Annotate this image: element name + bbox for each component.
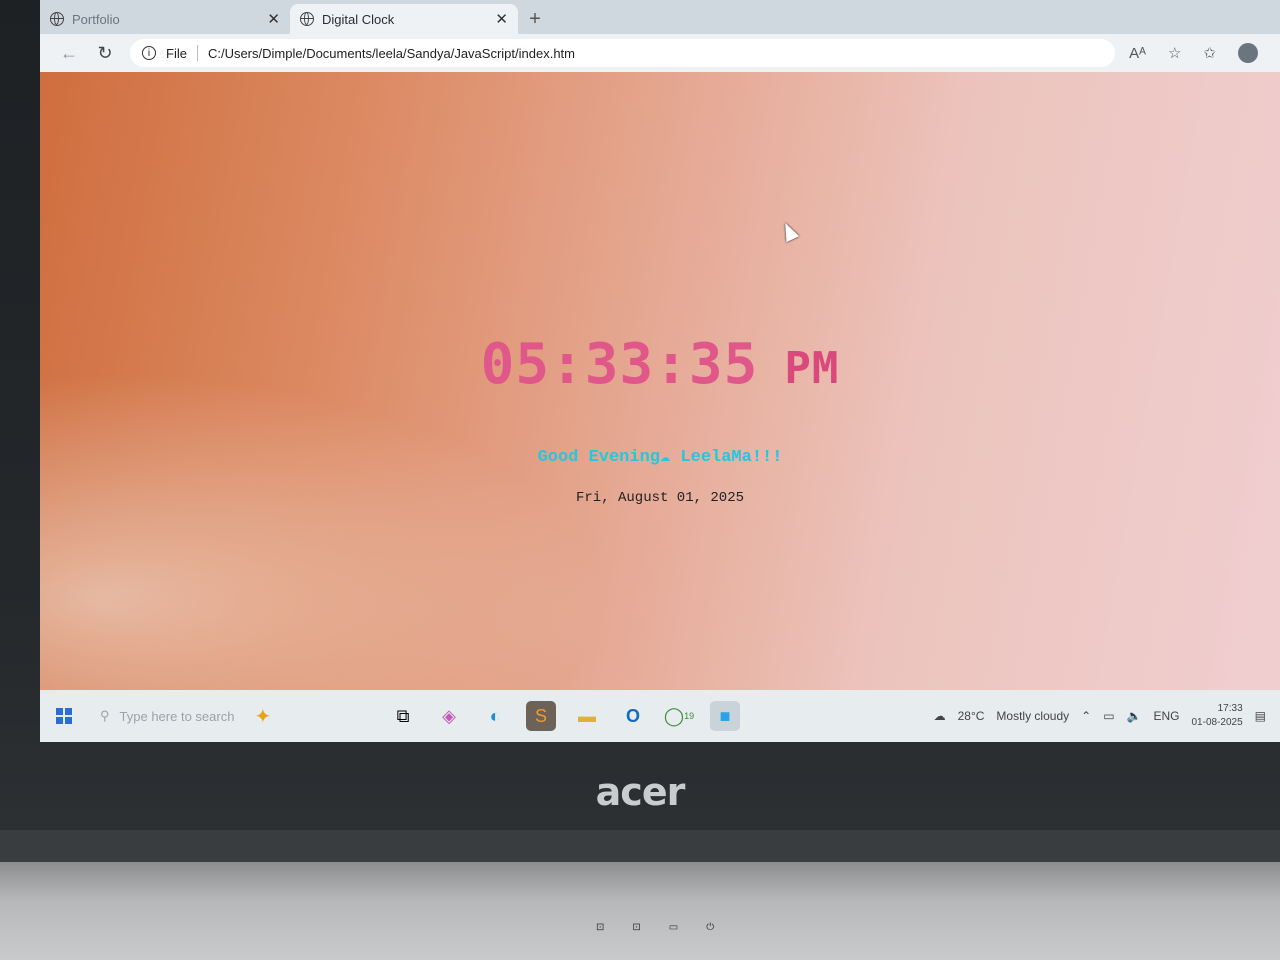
screen: Portfolio ✕ Digital Clock ✕ + ← ↻ i File… bbox=[40, 0, 1280, 742]
clock-time: 05:33:35 bbox=[480, 332, 759, 397]
address-prefix: File bbox=[166, 45, 187, 61]
acer-logo: acer bbox=[595, 770, 686, 814]
divider bbox=[196, 45, 198, 61]
tab-digital-clock[interactable]: Digital Clock ✕ bbox=[290, 4, 518, 34]
system-tray: ☁ 28°C Mostly cloudy ⌃ ▭ 🔈 ENG 17:33 01-… bbox=[934, 690, 1280, 742]
globe-icon bbox=[300, 12, 314, 26]
tray-clock[interactable]: 17:33 01-08-2025 bbox=[1192, 702, 1243, 730]
tab-label: Portfolio bbox=[72, 11, 120, 27]
address-bar[interactable]: i File C:/Users/Dimple/Documents/leela/S… bbox=[130, 39, 1116, 67]
digital-clock: 05:33:35 PM bbox=[40, 332, 1280, 397]
file-explorer-icon[interactable]: ▬ bbox=[572, 701, 602, 731]
search-icon: ⚲ bbox=[100, 708, 110, 723]
num-lock-led-icon: ⊡ bbox=[632, 922, 641, 933]
outlook-icon[interactable]: O bbox=[618, 701, 648, 731]
sublime-text-icon[interactable]: S bbox=[526, 701, 556, 731]
favorites-icon[interactable]: ✩ bbox=[1203, 44, 1216, 62]
taskbar-apps: ⧉ ◈ ◐ S ▬ O ◯ 19 ■ bbox=[388, 701, 740, 731]
tab-label: Digital Clock bbox=[322, 11, 395, 27]
back-button[interactable]: ← bbox=[58, 43, 80, 64]
browser-tab-bar: Portfolio ✕ Digital Clock ✕ + bbox=[40, 0, 1280, 34]
caps-lock-led-icon: ⊡ bbox=[596, 922, 605, 933]
laptop-deck bbox=[0, 862, 1280, 960]
taskbar: ⚲ Type here to search ✦ ⧉ ◈ ◐ S ▬ O ◯ 19 … bbox=[40, 690, 1280, 742]
tray-time: 17:33 bbox=[1217, 703, 1243, 714]
tray-date: 01-08-2025 bbox=[1191, 717, 1243, 728]
battery-led-icon: ▭ bbox=[668, 922, 679, 933]
new-tab-button[interactable]: + bbox=[518, 4, 552, 34]
browser-toolbar: ← ↻ i File C:/Users/Dimple/Documents/lee… bbox=[40, 34, 1280, 72]
chevron-up-icon[interactable]: ⌃ bbox=[1081, 709, 1091, 723]
task-view-icon[interactable]: ⧉ bbox=[388, 701, 418, 731]
status-leds: ⊡ ⊡ ▭ ⏻ bbox=[596, 922, 714, 933]
weather-cloud-icon[interactable]: ☁ bbox=[934, 709, 946, 723]
clock-page: 05:33:35 PM Good Evening☁ LeelaMa!!! Fri,… bbox=[40, 72, 1280, 690]
greeting-text: Good Evening☁ LeelaMa!!! bbox=[537, 448, 783, 467]
read-aloud-icon[interactable]: Aᴬ bbox=[1129, 45, 1146, 62]
copilot-icon[interactable]: ◈ bbox=[434, 701, 464, 731]
close-icon[interactable]: ✕ bbox=[495, 10, 508, 28]
windows-start-icon[interactable] bbox=[56, 708, 72, 724]
notifications-icon[interactable]: ▤ bbox=[1255, 709, 1266, 723]
weather-temp[interactable]: 28°C bbox=[958, 709, 985, 723]
clock-ampm: PM bbox=[784, 343, 840, 394]
close-icon[interactable]: ✕ bbox=[267, 10, 280, 28]
edge-browser-icon[interactable]: ◐ bbox=[480, 701, 510, 731]
date-text: Fri, August 01, 2025 bbox=[575, 490, 745, 506]
tab-portfolio[interactable]: Portfolio ✕ bbox=[40, 4, 290, 34]
mouse-cursor-icon bbox=[778, 219, 800, 243]
copilot-sparkle-icon[interactable]: ✦ bbox=[254, 704, 271, 729]
search-placeholder: Type here to search bbox=[119, 708, 235, 724]
laptop-bezel: Portfolio ✕ Digital Clock ✕ + ← ↻ i File… bbox=[0, 0, 1280, 830]
toolbar-actions: Aᴬ ☆ ✩ bbox=[1129, 43, 1262, 63]
whatsapp-icon[interactable]: ◯ 19 bbox=[664, 701, 694, 731]
language-indicator[interactable]: ENG bbox=[1153, 709, 1179, 723]
url-text: C:/Users/Dimple/Documents/leela/Sandya/J… bbox=[207, 45, 575, 61]
taskbar-search[interactable]: ⚲ Type here to search ✦ bbox=[100, 699, 360, 733]
power-led-icon: ⏻ bbox=[706, 922, 715, 933]
info-icon[interactable]: i bbox=[142, 46, 156, 60]
whatsapp-badge: 19 bbox=[684, 711, 695, 721]
refresh-button[interactable]: ↻ bbox=[94, 43, 116, 64]
globe-icon bbox=[50, 12, 64, 26]
battery-icon[interactable]: ▭ bbox=[1103, 709, 1114, 723]
paint-icon[interactable]: ■ bbox=[710, 701, 740, 731]
profile-avatar[interactable] bbox=[1238, 43, 1258, 63]
favorite-star-icon[interactable]: ☆ bbox=[1168, 44, 1181, 62]
volume-icon[interactable]: 🔈 bbox=[1127, 709, 1142, 723]
weather-text[interactable]: Mostly cloudy bbox=[996, 709, 1069, 723]
